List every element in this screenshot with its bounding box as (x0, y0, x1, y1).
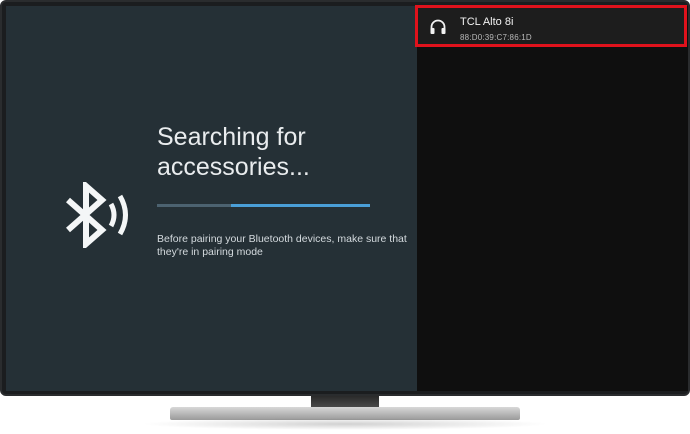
bluetooth-searching-icon (66, 182, 128, 248)
device-name: TCL Alto 8i (460, 16, 514, 28)
tv-stand-shadow (140, 418, 550, 430)
search-progress-bar (157, 204, 370, 207)
headphones-icon (430, 19, 446, 34)
device-list-panel (417, 6, 688, 391)
device-list-item[interactable]: TCL Alto 8i 88:D0:39:C7:86:1D (415, 5, 687, 47)
pairing-hint-text: Before pairing your Bluetooth devices, m… (157, 233, 407, 258)
search-panel: Searching for accessories... Before pair… (6, 6, 417, 391)
tv-stand-neck (311, 396, 379, 407)
search-title: Searching for accessories... (157, 123, 310, 181)
tv-frame: Searching for accessories... Before pair… (0, 0, 690, 396)
device-address: 88:D0:39:C7:86:1D (460, 33, 532, 42)
search-progress-indicator (231, 204, 370, 207)
tv-screen: Searching for accessories... Before pair… (6, 6, 688, 391)
